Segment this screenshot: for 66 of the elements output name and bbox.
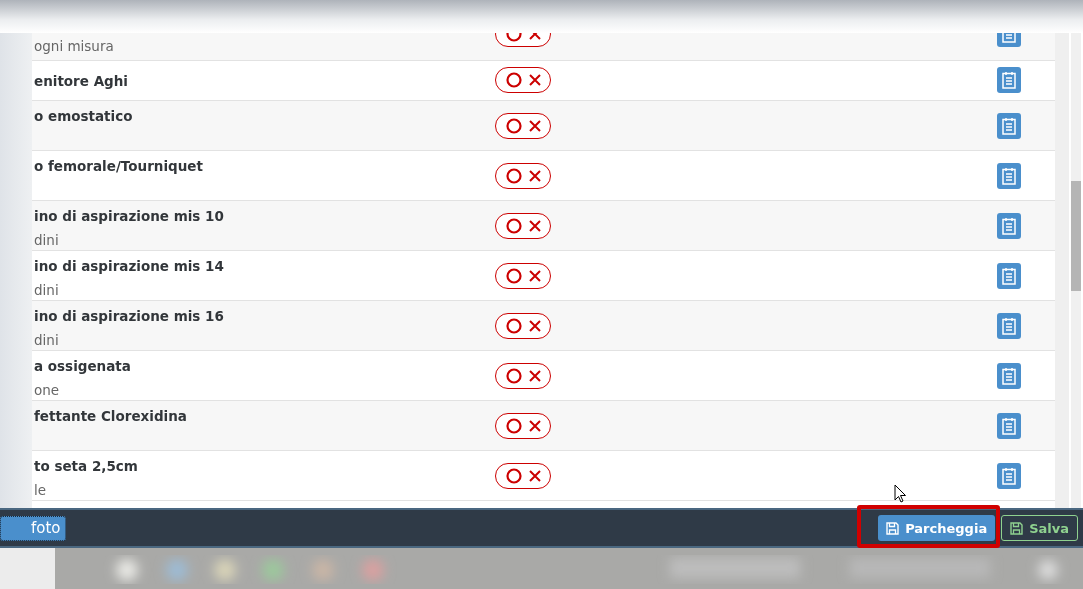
yes-no-toggle[interactable]	[495, 463, 551, 489]
notes-button[interactable]	[997, 313, 1021, 339]
item-title: a ossigenata	[34, 357, 132, 375]
item-subtitle: one	[34, 381, 61, 399]
scrollbar-thumb[interactable]	[1071, 181, 1081, 291]
cross-icon	[528, 470, 541, 482]
notes-button[interactable]	[997, 263, 1021, 289]
circle-icon	[505, 168, 522, 184]
clipboard-icon	[1002, 367, 1016, 385]
item-title: o emostatico	[34, 107, 134, 125]
item-subtitle: le	[34, 481, 48, 499]
circle-icon	[505, 368, 522, 384]
cross-icon	[528, 370, 541, 382]
circle-icon	[505, 468, 522, 484]
cross-icon	[528, 320, 541, 332]
item-subtitle: dini	[34, 331, 60, 349]
floppy-disk-icon	[1010, 521, 1024, 535]
clipboard-icon	[1002, 117, 1016, 135]
item-title: to seta 2,5cm	[34, 457, 139, 475]
notes-button[interactable]	[997, 463, 1021, 489]
notes-button[interactable]	[997, 113, 1021, 139]
notes-button[interactable]	[997, 67, 1021, 93]
circle-icon	[505, 268, 522, 284]
save-button[interactable]: Parcheggia	[878, 515, 996, 541]
circle-icon	[505, 118, 522, 134]
notes-button[interactable]	[997, 213, 1021, 239]
cross-icon	[528, 220, 541, 232]
item-title: ino di aspirazione mis 14	[34, 257, 225, 275]
circle-icon	[505, 418, 522, 434]
photo-button[interactable]: foto	[0, 515, 66, 541]
clipboard-icon	[1002, 267, 1016, 285]
cross-icon	[528, 120, 541, 132]
item-subtitle: ogni misura	[34, 37, 115, 55]
yes-no-toggle[interactable]	[495, 363, 551, 389]
yes-no-toggle[interactable]	[495, 313, 551, 339]
clipboard-icon	[1002, 417, 1016, 435]
cross-icon	[528, 420, 541, 432]
yes-no-toggle[interactable]	[495, 163, 551, 189]
item-subtitle: dini	[34, 231, 60, 249]
cross-icon	[528, 74, 541, 86]
yes-no-toggle[interactable]	[495, 413, 551, 439]
circle-icon	[505, 72, 522, 88]
notes-button[interactable]	[997, 413, 1021, 439]
clipboard-icon	[1002, 467, 1016, 485]
notes-button[interactable]	[997, 363, 1021, 389]
item-title: o femorale/Tourniquet	[34, 157, 204, 175]
yes-no-toggle[interactable]	[495, 67, 551, 93]
clipboard-icon	[1002, 71, 1016, 89]
cross-icon	[528, 170, 541, 182]
yes-no-toggle[interactable]	[495, 213, 551, 239]
item-title: ino di aspirazione mis 10	[34, 207, 225, 225]
circle-icon	[505, 218, 522, 234]
yes-no-toggle[interactable]	[495, 113, 551, 139]
item-title: ino di aspirazione mis 16	[34, 307, 225, 325]
notes-button[interactable]	[997, 163, 1021, 189]
circle-icon	[505, 318, 522, 334]
cross-icon	[528, 270, 541, 282]
yes-no-toggle[interactable]	[495, 263, 551, 289]
clipboard-icon	[1002, 217, 1016, 235]
floppy-disk-icon	[886, 521, 900, 535]
item-subtitle: dini	[34, 281, 60, 299]
clipboard-icon	[1002, 317, 1016, 335]
clipboard-icon	[1002, 167, 1016, 185]
item-title: enitore Aghi	[34, 72, 129, 90]
save-button[interactable]: Salva	[1001, 515, 1078, 541]
item-title: fettante Clorexidina	[34, 407, 188, 425]
